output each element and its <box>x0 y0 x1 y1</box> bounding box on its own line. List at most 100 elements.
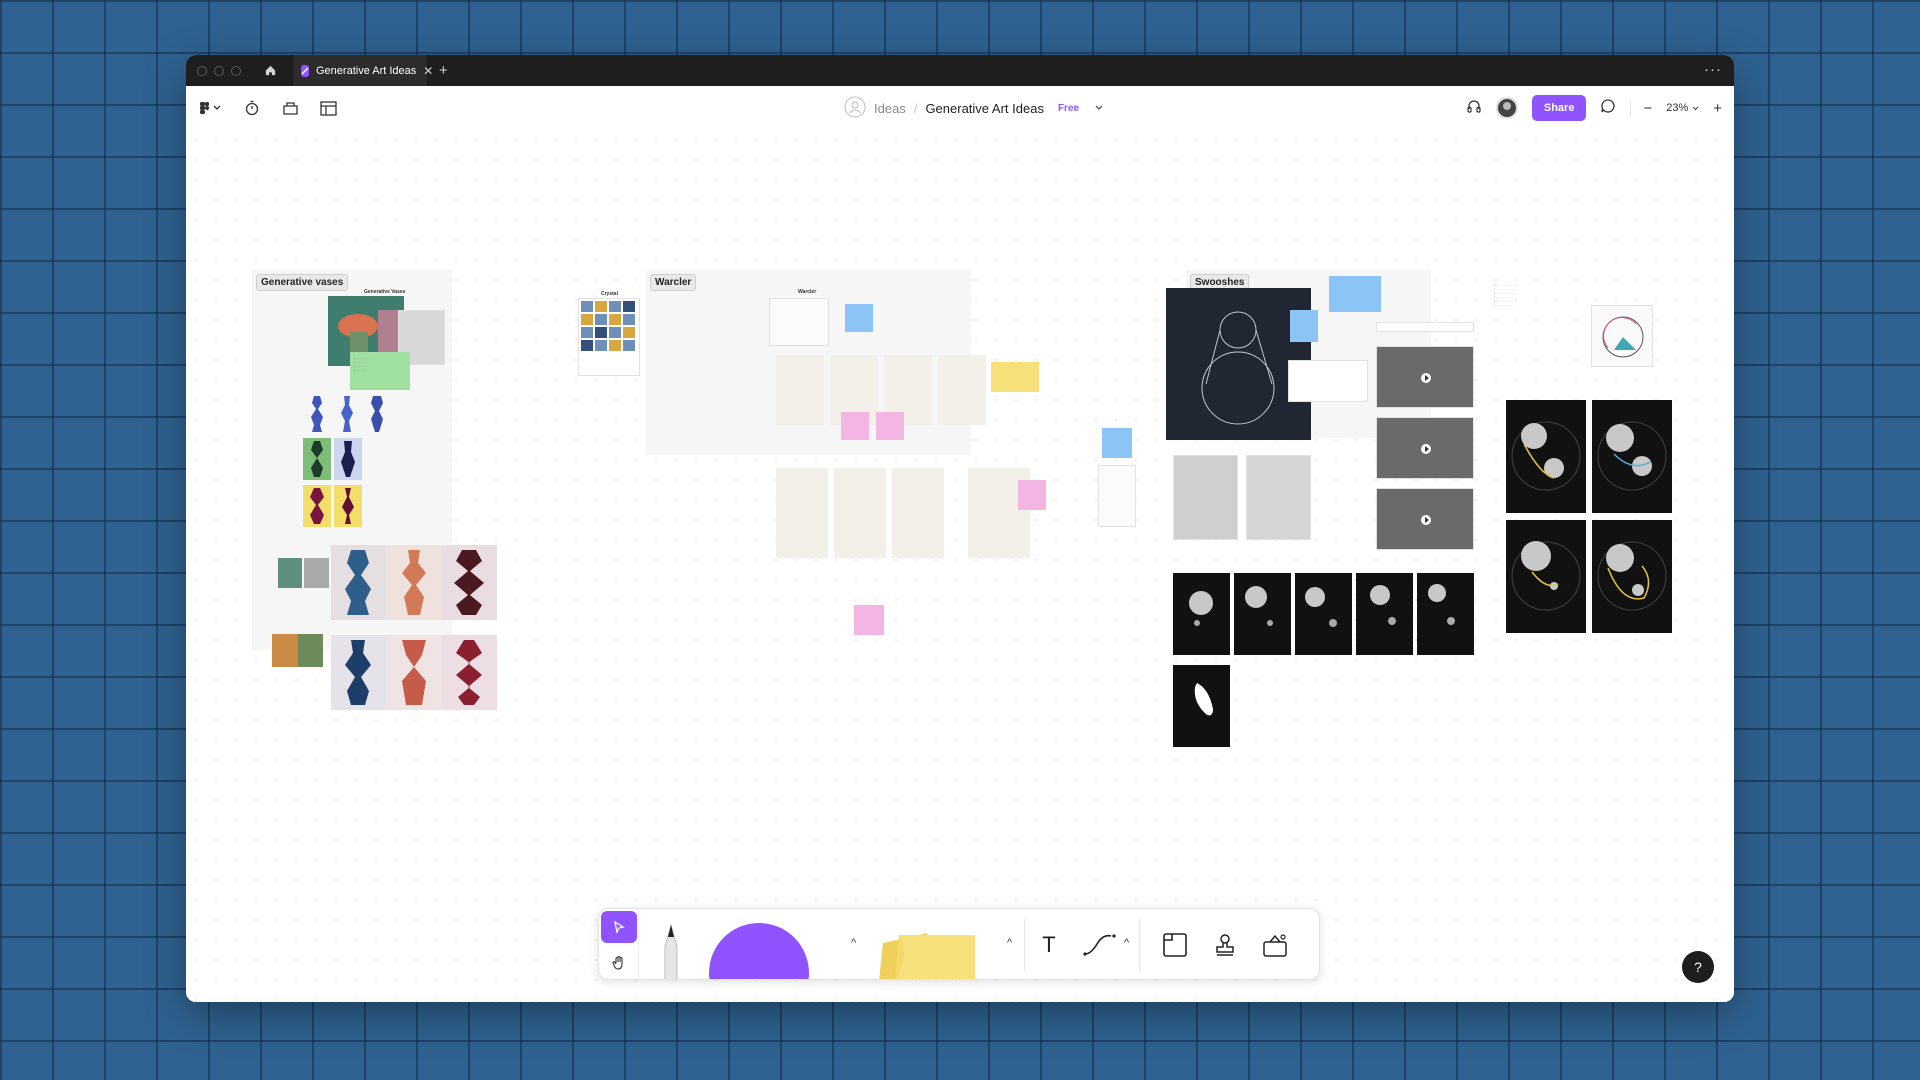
scribble-drawing[interactable] <box>776 355 824 425</box>
sticky-note-blue[interactable] <box>1102 428 1132 458</box>
move-tool-icon[interactable] <box>601 911 637 943</box>
vase-render[interactable] <box>336 395 358 433</box>
vase-render-large[interactable] <box>442 635 497 710</box>
figjam-menu-icon[interactable] <box>198 98 224 118</box>
timer-icon[interactable] <box>242 98 262 118</box>
zoom-level-dropdown[interactable]: 23% <box>1666 102 1699 114</box>
vase-render-large[interactable] <box>331 545 386 620</box>
vase-render[interactable] <box>303 438 331 480</box>
shape-tool-icon[interactable] <box>707 921 811 979</box>
close-tab-icon[interactable]: ✕ <box>423 64 433 78</box>
swoosh-render-large[interactable] <box>1506 400 1586 513</box>
figjam-icon <box>301 64 309 77</box>
scribble-drawing[interactable] <box>938 355 986 425</box>
avatar[interactable] <box>1495 97 1518 119</box>
swoosh-render-large[interactable] <box>1592 520 1672 633</box>
section-label-generative-vases[interactable]: Generative vases <box>256 274 349 291</box>
vase-render-large[interactable] <box>331 635 386 710</box>
video-embed[interactable] <box>1376 346 1474 408</box>
crystal-grid-card[interactable] <box>578 298 640 376</box>
marker-tool-icon[interactable] <box>651 917 691 979</box>
vase-render[interactable] <box>306 395 328 433</box>
handwritten-note[interactable] <box>1098 465 1136 527</box>
sticky-note-green[interactable]: • ···· ···· ···· · • ···· ···· ··· · • ···… <box>350 352 410 390</box>
swoosh-render-large[interactable] <box>1506 520 1586 633</box>
vase-photo-thumb[interactable] <box>304 558 329 588</box>
board-canvas[interactable]: Generative vases Generative Vases • ····… <box>186 130 1734 1002</box>
section-label-warcler[interactable]: Warcler <box>650 274 697 291</box>
chevron-down-icon[interactable] <box>1095 103 1103 114</box>
sticky-note-pink[interactable] <box>876 412 904 440</box>
video-embed[interactable] <box>1376 417 1474 479</box>
team-avatar-icon[interactable] <box>844 96 866 121</box>
scribble-drawing[interactable] <box>834 468 886 558</box>
sticky-note-blue[interactable] <box>1290 310 1318 342</box>
text-tool-icon[interactable]: T <box>1031 927 1067 963</box>
sticky-note-pink[interactable] <box>1018 480 1046 510</box>
vase-render-large[interactable] <box>386 545 442 620</box>
section-tool-icon[interactable] <box>1157 927 1193 963</box>
swoosh-render[interactable] <box>1173 573 1230 655</box>
swoosh-render[interactable] <box>1295 573 1352 655</box>
connector-options-caret[interactable]: ^ <box>1124 937 1129 949</box>
share-button[interactable]: Share <box>1531 95 1587 121</box>
connector-tool-icon[interactable] <box>1079 927 1123 963</box>
swoosh-render[interactable] <box>1234 573 1291 655</box>
definitions-text-block[interactable]: • ···· ····· ···· ··· ···· • ···· ···· ··… <box>1494 283 1574 383</box>
sticky-note-blue[interactable] <box>1329 276 1381 312</box>
vase-render-large[interactable] <box>442 545 497 620</box>
library-icon[interactable] <box>280 98 300 118</box>
zoom-out-button[interactable]: − <box>1643 100 1652 117</box>
sticky-note-tool-icon[interactable] <box>871 923 987 979</box>
vase-render[interactable] <box>303 485 331 527</box>
sketch-card[interactable] <box>769 298 829 346</box>
sticky-options-caret[interactable]: ^ <box>1007 937 1012 949</box>
sticky-note-pink[interactable] <box>841 412 869 440</box>
stamp-tool-icon[interactable] <box>1207 927 1243 963</box>
crystal-board-title: Crystal <box>601 291 618 297</box>
tab-generative-art-ideas[interactable]: Generative Art Ideas ✕ <box>293 55 433 86</box>
breadcrumb-separator: / <box>913 100 918 116</box>
swoosh-render-large[interactable] <box>1592 400 1672 513</box>
more-tools-icon[interactable] <box>1257 927 1293 963</box>
comment-icon[interactable] <box>1600 98 1616 119</box>
swoosh-render-final[interactable] <box>1173 665 1230 747</box>
vase-photo-thumb[interactable] <box>278 558 302 588</box>
file-name[interactable]: Generative Art Ideas <box>925 101 1044 116</box>
link-card[interactable] <box>1376 322 1474 332</box>
sticky-note-yellow[interactable] <box>991 362 1039 392</box>
swoosh-render[interactable] <box>1417 573 1474 655</box>
swoosh-render[interactable] <box>1356 573 1413 655</box>
help-button[interactable]: ? <box>1682 951 1714 983</box>
new-tab-button[interactable]: + <box>439 62 448 79</box>
sketch-photo[interactable] <box>1246 455 1311 540</box>
plan-badge: Free <box>1057 102 1080 114</box>
scribble-drawing[interactable] <box>892 468 944 558</box>
scribble-drawing[interactable] <box>776 468 828 558</box>
video-embed[interactable] <box>1376 488 1474 550</box>
home-icon[interactable] <box>259 60 281 82</box>
vase-photo-thumb[interactable] <box>272 634 298 667</box>
creation-toolbar: ^ ^ T ^ <box>598 908 1320 980</box>
close-window-button[interactable] <box>197 65 207 76</box>
vase-render[interactable] <box>366 395 388 433</box>
minimize-window-button[interactable] <box>214 65 224 76</box>
sketch-photo[interactable] <box>1173 455 1238 540</box>
vases-board-title: Generative Vases <box>364 289 406 295</box>
sticky-note-pink[interactable] <box>854 605 884 635</box>
vase-render[interactable] <box>334 485 362 527</box>
vase-photo-thumb[interactable] <box>298 634 323 667</box>
vase-render[interactable] <box>334 438 362 480</box>
vase-render-large[interactable] <box>386 635 442 710</box>
sticky-note-blue[interactable] <box>845 304 873 332</box>
swoosh-diagram-card[interactable] <box>1288 360 1368 402</box>
hand-tool-icon[interactable] <box>601 947 637 979</box>
zoom-in-button[interactable]: + <box>1713 100 1722 117</box>
maximize-window-button[interactable] <box>231 65 241 76</box>
layout-icon[interactable] <box>318 98 338 118</box>
breadcrumb-team[interactable]: Ideas <box>874 101 906 116</box>
more-options-icon[interactable]: ··· <box>1704 61 1722 78</box>
shape-options-caret[interactable]: ^ <box>851 937 856 949</box>
circle-tangent-sketch[interactable] <box>1591 305 1653 367</box>
headphones-icon[interactable] <box>1466 98 1482 119</box>
